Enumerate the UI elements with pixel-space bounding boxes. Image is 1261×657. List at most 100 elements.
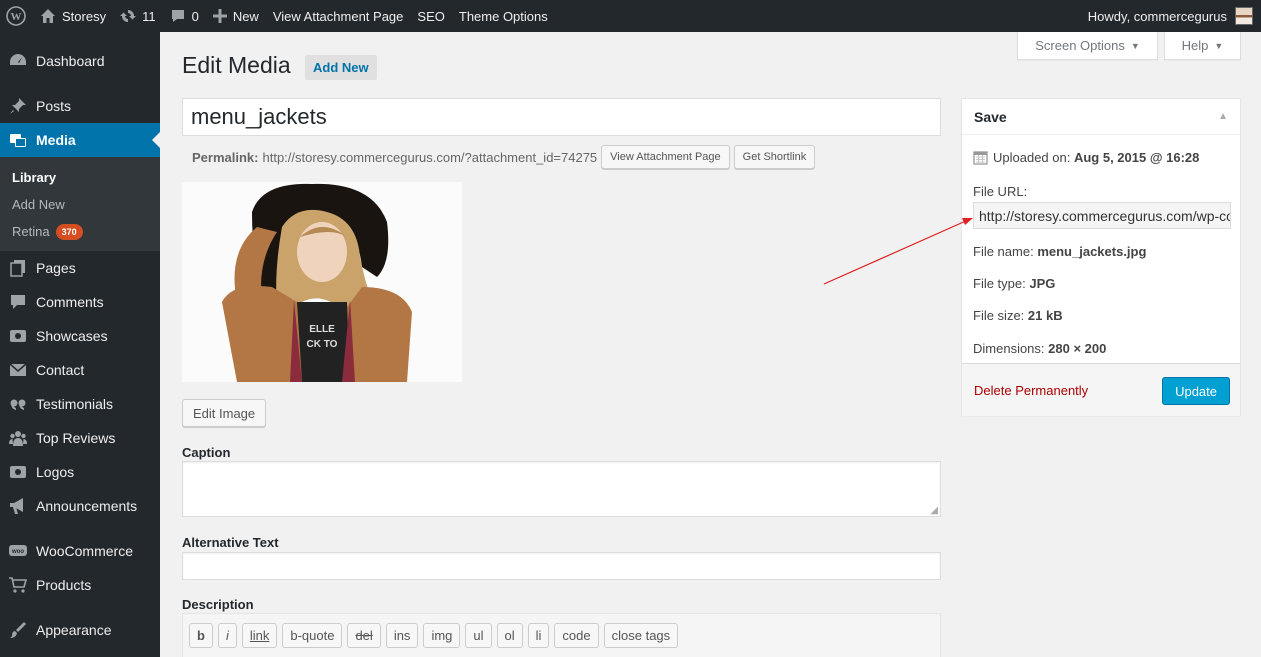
file-type: File type: JPG	[973, 276, 1056, 291]
delete-permanently-link[interactable]: Delete Permanently	[974, 383, 1088, 398]
wordpress-logo-icon[interactable]: W	[0, 0, 33, 32]
page-title: Edit Media	[182, 52, 291, 78]
svg-text:ELLE: ELLE	[309, 324, 335, 335]
brush-icon	[8, 620, 28, 640]
sidebar-item-appearance[interactable]: Appearance	[0, 613, 160, 647]
caret-down-icon: ▼	[1130, 40, 1140, 51]
woo-icon: woo	[8, 541, 28, 561]
comment-icon	[8, 292, 28, 312]
quote-icon	[8, 394, 28, 414]
qt-ol-button[interactable]: ol	[496, 623, 523, 648]
screen-options-button[interactable]: Screen Options ▼	[1017, 32, 1158, 60]
media-submenu: Library Add New Retina 370	[0, 157, 160, 251]
view-attachment-button[interactable]: View Attachment Page	[601, 145, 730, 169]
update-button[interactable]: Update	[1162, 377, 1230, 405]
file-url-label: File URL:	[973, 184, 1028, 199]
permalink-url[interactable]: http://storesy.commercegurus.com/?attach…	[262, 150, 597, 165]
file-size: File size: 21 kB	[973, 308, 1063, 323]
qt-bold-button[interactable]: b	[189, 623, 213, 648]
showcase-icon	[8, 326, 28, 346]
permalink-label: Permalink:	[192, 149, 259, 165]
groups-icon	[8, 428, 28, 448]
plus-icon	[212, 9, 227, 23]
qt-del-button[interactable]: del	[347, 623, 381, 648]
permalink-row: Permalink: http://storesy.commercegurus.…	[192, 145, 816, 169]
sidebar-item-logos[interactable]: Logos	[0, 455, 160, 489]
theme-options-link[interactable]: Theme Options	[452, 0, 555, 32]
file-url-input[interactable]: http://storesy.commercegurus.com/wp-cont…	[973, 202, 1231, 229]
megaphone-icon	[8, 496, 28, 516]
refresh-icon	[120, 8, 137, 24]
updates-link[interactable]: 11	[113, 0, 163, 32]
sidebar-item-top-reviews[interactable]: Top Reviews	[0, 421, 160, 455]
comments-link[interactable]: 0	[163, 0, 206, 32]
caption-textarea[interactable]: ◢	[182, 461, 941, 517]
comment-bubble-icon	[170, 8, 186, 24]
new-content-link[interactable]: New	[206, 0, 266, 32]
get-shortlink-button[interactable]: Get Shortlink	[733, 145, 816, 169]
description-label: Description	[182, 597, 254, 612]
sidebar-item-dashboard[interactable]: Dashboard	[0, 44, 160, 78]
sidebar-item-media[interactable]: Media	[0, 123, 160, 157]
help-button[interactable]: Help ▼	[1164, 32, 1241, 60]
caret-down-icon: ▼	[1214, 40, 1224, 51]
resize-handle-icon[interactable]: ◢	[930, 505, 938, 516]
sidebar-item-posts[interactable]: Posts	[0, 89, 160, 123]
dashboard-icon	[8, 51, 28, 71]
avatar	[1235, 7, 1253, 25]
save-meta-box: Save ▲ Uploaded on: Aug 5, 2015 @ 16:28 …	[961, 98, 1241, 416]
seo-link[interactable]: SEO	[410, 0, 451, 32]
file-name: File name: menu_jackets.jpg	[973, 244, 1147, 259]
sidebar-item-contact[interactable]: Contact	[0, 353, 160, 387]
sidebar-item-products[interactable]: Products	[0, 568, 160, 602]
svg-text:woo: woo	[11, 549, 24, 555]
submenu-add-new[interactable]: Add New	[0, 191, 160, 218]
sidebar-item-announcements[interactable]: Announcements	[0, 489, 160, 523]
logo-icon	[8, 462, 28, 482]
sidebar-item-comments[interactable]: Comments	[0, 285, 160, 319]
qt-code-button[interactable]: code	[554, 623, 599, 648]
svg-text:CK TO: CK TO	[307, 339, 338, 350]
alt-text-label: Alternative Text	[182, 535, 279, 550]
cart-icon	[8, 575, 28, 595]
edit-image-button[interactable]: Edit Image	[182, 399, 267, 427]
view-attachment-link[interactable]: View Attachment Page	[266, 0, 411, 32]
qt-link-button[interactable]: link	[241, 623, 278, 648]
admin-bar: W Storesy 11 0 New View Attachment Page …	[0, 0, 1261, 32]
media-title-input[interactable]: menu_jackets	[182, 98, 941, 136]
retina-count-badge: 370	[55, 223, 83, 240]
qt-italic-button[interactable]: i	[217, 623, 237, 648]
svg-text:W: W	[11, 11, 22, 23]
qt-ins-button[interactable]: ins	[385, 623, 419, 648]
media-image-preview: ELLE CK TO	[182, 182, 462, 382]
calendar-icon	[973, 150, 988, 165]
sidebar-item-woocommerce[interactable]: woo WooCommerce	[0, 534, 160, 568]
submenu-library[interactable]: Library	[0, 164, 160, 191]
pages-icon	[8, 258, 28, 278]
qt-close-tags-button[interactable]: close tags	[603, 623, 679, 648]
save-box-header[interactable]: Save ▲	[962, 99, 1240, 135]
qt-li-button[interactable]: li	[527, 623, 550, 648]
caption-label: Caption	[182, 445, 231, 460]
envelope-icon	[8, 360, 28, 380]
major-publishing-actions: Delete Permanently Update	[962, 363, 1240, 416]
site-name-link[interactable]: Storesy	[33, 0, 113, 32]
my-account[interactable]: Howdy, commercegurus	[1088, 7, 1261, 25]
submenu-retina[interactable]: Retina 370	[0, 218, 160, 245]
dimensions: Dimensions: 280 × 200	[973, 341, 1107, 356]
alt-text-input[interactable]	[182, 552, 941, 580]
add-new-button[interactable]: Add New	[305, 55, 377, 80]
quicktags-toolbar: b i link b-quote del ins img ul ol li co…	[182, 613, 941, 657]
qt-img-button[interactable]: img	[423, 623, 461, 648]
sidebar-item-pages[interactable]: Pages	[0, 251, 160, 285]
collapse-arrow-icon[interactable]: ▲	[1218, 111, 1228, 122]
admin-sidebar: Dashboard Posts Media Library Add New Re…	[0, 32, 160, 657]
pin-icon	[8, 96, 28, 116]
home-icon	[40, 8, 56, 24]
sidebar-item-testimonials[interactable]: Testimonials	[0, 387, 160, 421]
uploaded-on: Uploaded on: Aug 5, 2015 @ 16:28	[973, 150, 1199, 165]
media-icon	[8, 130, 28, 150]
qt-ul-button[interactable]: ul	[465, 623, 492, 648]
sidebar-item-showcases[interactable]: Showcases	[0, 319, 160, 353]
qt-blockquote-button[interactable]: b-quote	[282, 623, 343, 648]
